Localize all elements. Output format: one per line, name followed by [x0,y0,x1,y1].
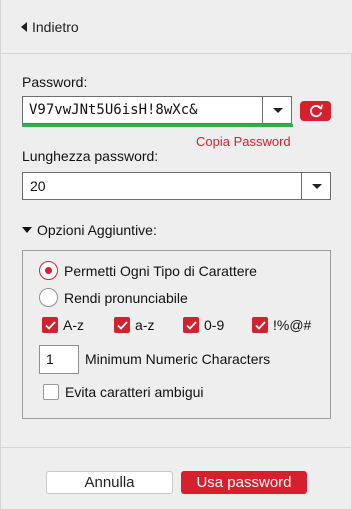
regenerate-button[interactable] [300,101,331,121]
length-select[interactable]: 20 [22,172,331,200]
additional-options-toggle[interactable]: Opzioni Aggiuntive: [22,222,157,238]
min-numeric-label: Minimum Numeric Characters [85,351,271,367]
options-panel: Permetti Ogni Tipo di Carattere Rendi pr… [22,250,331,419]
length-label: Lunghezza password: [22,148,159,164]
password-input[interactable] [22,96,262,124]
back-arrow-icon [21,22,27,32]
back-button[interactable]: Indietro [21,17,79,37]
password-history-dropdown[interactable] [262,96,292,124]
length-value[interactable]: 20 [22,172,301,200]
checkbox-avoid-ambiguous-label: Evita caratteri ambigui [65,384,204,400]
back-label: Indietro [32,19,79,35]
refresh-icon [309,104,323,118]
radio-pronounceable-label: Rendi pronunciabile [64,289,188,306]
checkbox-lowercase[interactable]: a-z [114,317,154,333]
footer-divider [1,447,352,448]
checkbox-avoid-ambiguous[interactable]: Evita caratteri ambigui [43,384,204,400]
chevron-down-icon [312,184,322,189]
additional-options-label: Opzioni Aggiuntive: [37,222,157,238]
length-dropdown-button[interactable] [301,172,331,200]
header-bar: Indietro [1,0,352,54]
radio-allow-all[interactable]: Permetti Ogni Tipo di Carattere [39,261,257,280]
radio-button-selected[interactable] [39,261,58,280]
chevron-down-icon [273,108,283,113]
checkmark-icon[interactable] [42,317,58,333]
checkbox-uppercase[interactable]: A-z [42,317,84,333]
checkbox-empty[interactable] [43,384,59,400]
character-set-row: A-z a-z 0-9 !%@# [42,317,322,335]
checkbox-symbols-label: !%@# [273,317,312,333]
radio-button[interactable] [39,288,58,307]
generator-panel: Indietro Password: Copia Password Lunghe… [0,0,352,509]
password-field-group [22,96,293,127]
password-label: Password: [22,74,88,90]
checkbox-digits-label: 0-9 [204,317,225,333]
password-strength-bar [22,124,293,127]
radio-allow-all-label: Permetti Ogni Tipo di Carattere [64,262,257,279]
checkbox-uppercase-label: A-z [63,317,84,333]
checkmark-icon[interactable] [252,317,268,333]
cancel-button[interactable]: Annulla [46,471,173,494]
checkmark-icon[interactable] [114,317,130,333]
copy-password-link[interactable]: Copia Password [196,134,291,149]
checkmark-icon[interactable] [183,317,199,333]
radio-pronounceable[interactable]: Rendi pronunciabile [39,288,188,307]
caret-down-icon [22,227,32,233]
checkbox-digits[interactable]: 0-9 [183,317,224,333]
checkbox-lowercase-label: a-z [135,317,155,333]
use-password-button[interactable]: Usa password [181,471,307,494]
min-numeric-input[interactable]: 1 [39,345,79,374]
checkbox-symbols[interactable]: !%@# [252,317,311,333]
